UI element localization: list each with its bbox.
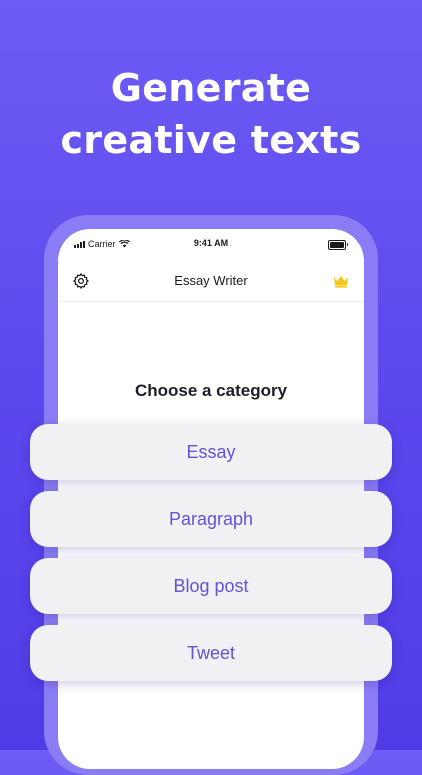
battery-icon: [328, 240, 348, 250]
status-time: 9:41 AM: [193, 238, 229, 248]
nav-bar: Essay Writer: [58, 263, 364, 302]
headline-line-1: Generate: [110, 66, 312, 110]
category-heading: Choose a category: [134, 381, 288, 400]
category-button-blog-post[interactable]: Blog post: [30, 558, 392, 614]
category-label: Paragraph: [168, 508, 254, 529]
crown-icon[interactable]: [332, 273, 350, 289]
category-button-paragraph[interactable]: Paragraph: [30, 491, 392, 547]
promo-headline: Generate creative texts: [0, 62, 422, 166]
nav-title: Essay Writer: [174, 273, 248, 288]
category-label: Essay: [186, 441, 236, 462]
category-button-essay[interactable]: Essay: [30, 424, 392, 480]
status-bar: Carrier 9:41 AM: [58, 229, 364, 257]
category-label: Blog post: [173, 575, 249, 596]
category-label: Tweet: [186, 642, 236, 663]
headline-line-2: creative texts: [60, 118, 362, 162]
category-button-tweet[interactable]: Tweet: [30, 625, 392, 681]
